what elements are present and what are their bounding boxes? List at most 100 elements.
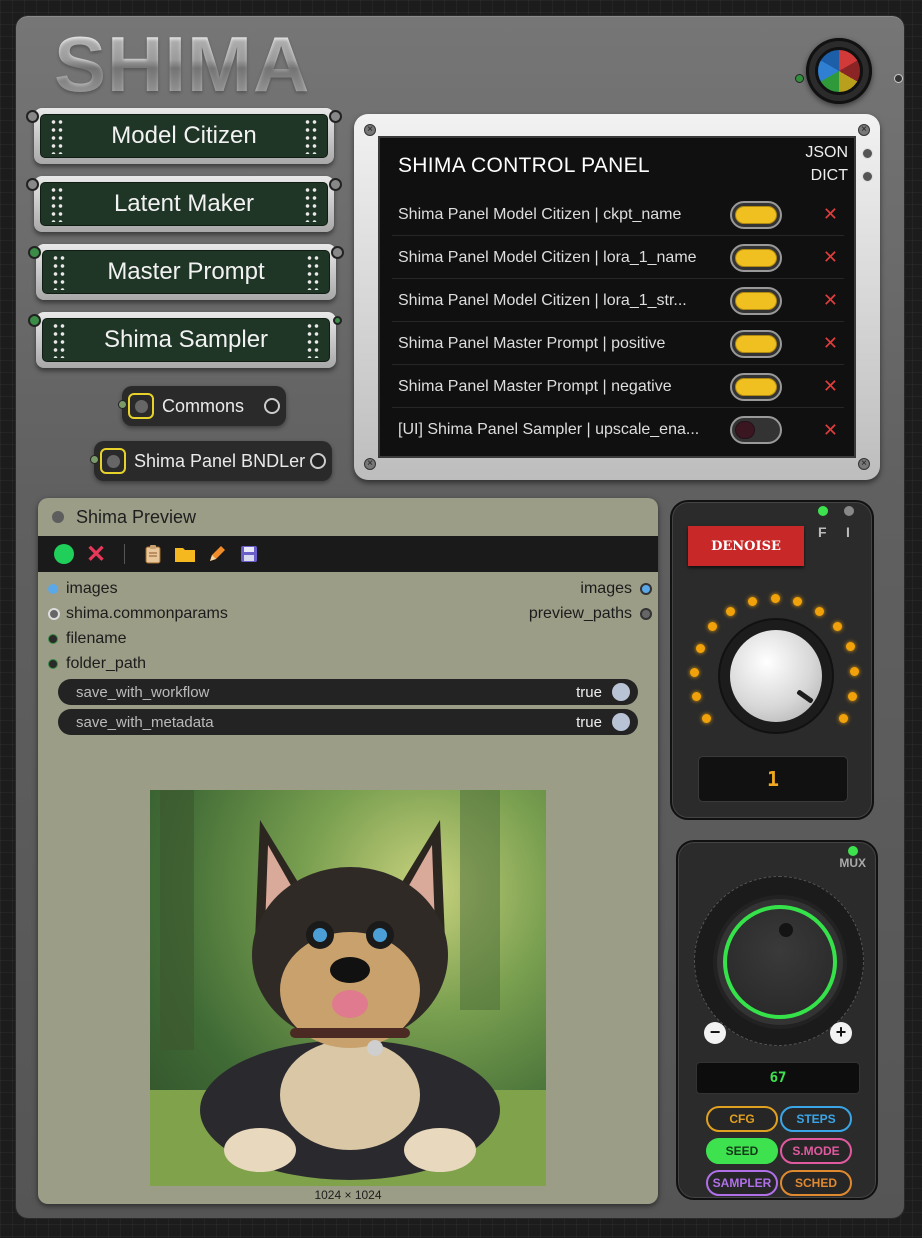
widget-name: save_with_workflow (76, 683, 210, 701)
minus-button[interactable]: − (704, 1022, 726, 1044)
control-row-label: Shima Panel Master Prompt | negative (398, 377, 672, 395)
control-row: [UI] Shima Panel Sampler | upscale_ena..… (392, 409, 844, 451)
enable-toggle[interactable] (730, 200, 782, 229)
control-row-label: Shima Panel Model Citizen | ckpt_name (398, 205, 682, 223)
button-label: Master Prompt (107, 258, 265, 285)
mode-sampler-button[interactable]: SAMPLER (706, 1170, 778, 1196)
commons-input-dot[interactable] (118, 400, 127, 409)
output-slot-preview-paths[interactable]: preview_paths (529, 605, 652, 623)
mode-smode-button[interactable]: S.MODE (780, 1138, 852, 1164)
enable-toggle[interactable] (730, 372, 782, 401)
control-row: Shima Panel Master Prompt | negative ✕ (392, 366, 844, 408)
level-led (846, 642, 855, 651)
node-toggle-icon[interactable] (128, 393, 154, 419)
control-panel-frame: × × × × SHIMA CONTROL PANEL JSON DICT Sh… (354, 114, 880, 480)
bndler-node[interactable]: Shima Panel BNDLer (94, 441, 332, 481)
input-slot-folder-path[interactable]: folder_path (48, 655, 146, 673)
bndler-input-dot[interactable] (90, 455, 99, 464)
input-slot-filename[interactable]: filename (48, 630, 126, 648)
input-pin[interactable] (28, 246, 41, 259)
button-label: Latent Maker (113, 190, 255, 217)
level-led (833, 622, 842, 631)
save-icon[interactable] (237, 542, 261, 566)
button-label: Model Citizen (111, 122, 257, 149)
remove-icon[interactable]: ✕ (823, 247, 838, 268)
commons-node[interactable]: Commons (122, 386, 286, 426)
control-row: Shima Panel Model Citizen | ckpt_name ✕ (392, 194, 844, 236)
folder-icon[interactable] (173, 542, 197, 566)
node-label: Commons (162, 395, 245, 416)
mode-steps-button[interactable]: STEPS (780, 1106, 852, 1132)
slot-label: folder_path (66, 655, 147, 672)
remove-icon[interactable]: ✕ (823, 420, 838, 441)
cancel-icon[interactable]: ✕ (84, 541, 108, 568)
input-pin[interactable] (26, 110, 39, 123)
grip-icon (50, 118, 64, 154)
control-panel-title: SHIMA CONTROL PANEL (398, 154, 650, 177)
output-dot[interactable] (264, 398, 280, 414)
node-titlebar[interactable]: Shima Preview (38, 498, 658, 536)
remove-icon[interactable]: ✕ (823, 204, 838, 225)
input-slot-commonparams[interactable]: shima.commonparams (48, 605, 228, 623)
widget-value: true (576, 683, 602, 701)
control-row-label: Shima Panel Model Citizen | lora_1_str..… (398, 291, 687, 309)
output-pin[interactable] (329, 110, 342, 123)
f-label[interactable]: F (818, 524, 827, 540)
denoise-label: DENOISE (688, 526, 804, 566)
mode-cfg-button[interactable]: CFG (706, 1106, 778, 1132)
widget-value: true (576, 713, 602, 731)
json-output-dot[interactable] (862, 148, 873, 159)
input-slot-images[interactable]: images (48, 580, 118, 598)
latent-maker-button[interactable]: Latent Maker (26, 176, 342, 232)
toggle-knob-icon[interactable] (612, 713, 630, 731)
master-prompt-button[interactable]: Master Prompt (28, 244, 344, 300)
knob-indicator-icon (779, 923, 793, 937)
enable-toggle[interactable] (730, 243, 782, 272)
color-wheel-icon[interactable] (806, 38, 872, 104)
mode-sched-button[interactable]: SCHED (780, 1170, 852, 1196)
plus-button[interactable]: + (830, 1022, 852, 1044)
enable-toggle[interactable] (730, 416, 782, 444)
denoise-knob[interactable] (720, 620, 832, 732)
remove-icon[interactable]: ✕ (823, 290, 838, 311)
wheel-output-dot[interactable] (894, 74, 903, 83)
toggle-knob-icon[interactable] (612, 683, 630, 701)
control-row-label: Shima Panel Model Citizen | lora_1_name (398, 248, 697, 266)
model-citizen-button[interactable]: Model Citizen (26, 108, 342, 164)
wheel-input-dot[interactable] (795, 74, 804, 83)
output-pin[interactable] (333, 316, 342, 325)
json-output-label: JSON (805, 144, 848, 161)
mux-knob[interactable] (694, 876, 864, 1046)
preview-image-puppy[interactable] (150, 790, 546, 1186)
level-led (793, 597, 802, 606)
collapse-dot-icon[interactable] (52, 511, 64, 523)
save-with-workflow-toggle[interactable]: save_with_workflow true (58, 679, 638, 705)
level-led (690, 668, 699, 677)
pencil-icon[interactable] (205, 542, 229, 566)
run-icon[interactable] (52, 542, 76, 566)
widget-name: save_with_metadata (76, 713, 214, 731)
mux-value-display: 67 (696, 1062, 860, 1094)
output-pin[interactable] (329, 178, 342, 191)
enable-toggle[interactable] (730, 329, 782, 358)
level-led (839, 714, 848, 723)
enable-toggle[interactable] (730, 286, 782, 315)
node-toggle-icon[interactable] (100, 448, 126, 474)
save-with-metadata-toggle[interactable]: save_with_metadata true (58, 709, 638, 735)
output-dot[interactable] (310, 453, 326, 469)
mode-seed-button[interactable]: SEED (706, 1138, 778, 1164)
level-led (726, 607, 735, 616)
shima-sampler-button[interactable]: Shima Sampler (28, 312, 342, 368)
output-pin[interactable] (331, 246, 344, 259)
input-pin[interactable] (26, 178, 39, 191)
level-led (848, 692, 857, 701)
remove-icon[interactable]: ✕ (823, 333, 838, 354)
clipboard-icon[interactable] (141, 542, 165, 566)
remove-icon[interactable]: ✕ (823, 376, 838, 397)
shima-preview-node: Shima Preview ✕ images shima.commonparam… (38, 498, 658, 1204)
node-label: Shima Panel BNDLer (134, 450, 306, 471)
i-label[interactable]: I (846, 524, 850, 540)
input-pin[interactable] (28, 314, 41, 327)
dict-output-dot[interactable] (862, 171, 873, 182)
output-slot-images[interactable]: images (580, 580, 652, 598)
